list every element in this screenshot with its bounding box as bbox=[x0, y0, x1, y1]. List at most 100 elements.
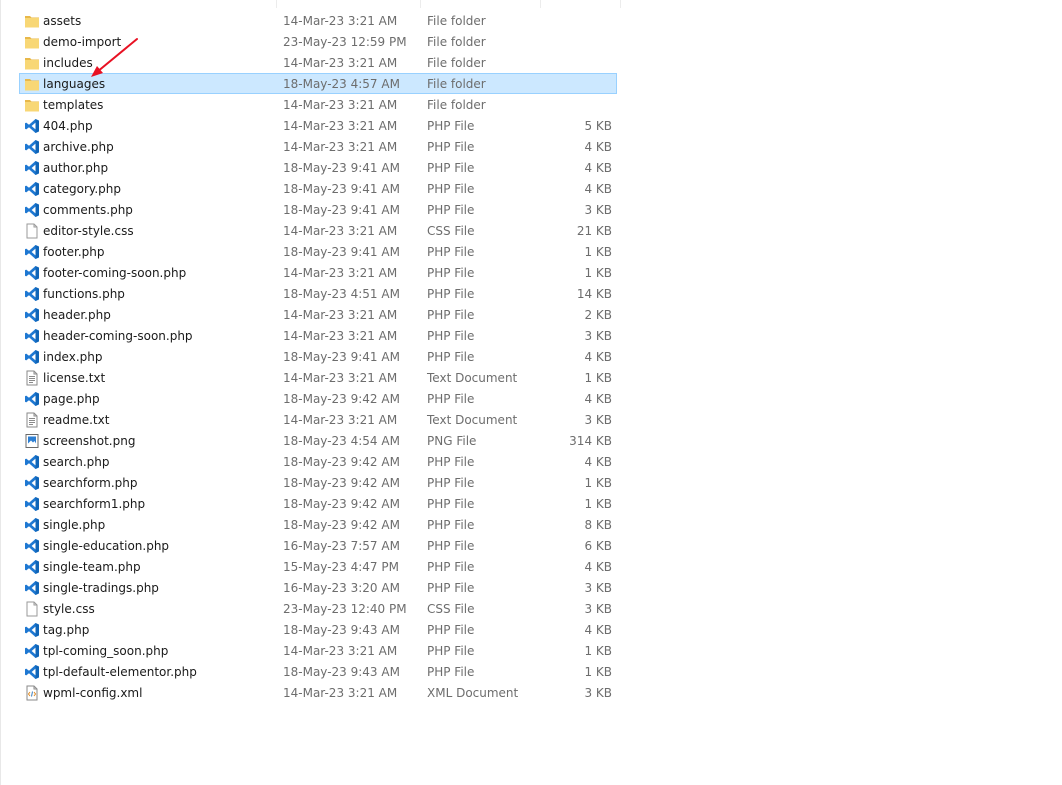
file-name: tag.php bbox=[43, 623, 90, 637]
file-row[interactable]: assets 14-Mar-23 3:21 AM File folder bbox=[19, 10, 617, 31]
file-date-modified: 18-May-23 9:41 AM bbox=[283, 350, 400, 364]
file-row[interactable]: page.php 18-May-23 9:42 AM PHP File 4 KB bbox=[19, 388, 617, 409]
file-size: 3 KB bbox=[584, 329, 612, 343]
file-name: header.php bbox=[43, 308, 111, 322]
file-type: Text Document bbox=[427, 413, 518, 427]
file-row[interactable]: single-team.php 15-May-23 4:47 PM PHP File… bbox=[19, 556, 617, 577]
file-row[interactable]: tag.php 18-May-23 9:43 AM PHP File 4 KB bbox=[19, 619, 617, 640]
column-separator[interactable] bbox=[420, 0, 421, 8]
file-row[interactable]: demo-import 23-May-23 12:59 PM File folder bbox=[19, 31, 617, 52]
file-size: 4 KB bbox=[584, 161, 612, 175]
file-row[interactable]: 404.php 14-Mar-23 3:21 AM PHP File 5 KB bbox=[19, 115, 617, 136]
vscode-icon bbox=[24, 181, 40, 197]
file-row[interactable]: archive.php 14-Mar-23 3:21 AM PHP File 4 KB bbox=[19, 136, 617, 157]
file-name: footer.php bbox=[43, 245, 105, 259]
file-date-modified: 14-Mar-23 3:21 AM bbox=[283, 308, 398, 322]
file-row[interactable]: license.txt 14-Mar-23 3:21 AM Text Documen… bbox=[19, 367, 617, 388]
file-date-modified: 23-May-23 12:59 PM bbox=[283, 35, 407, 49]
vscode-icon bbox=[24, 580, 40, 596]
file-type: XML Document bbox=[427, 686, 519, 700]
file-name: tpl-default-elementor.php bbox=[43, 665, 197, 679]
vscode-icon bbox=[24, 517, 40, 533]
text-document-icon bbox=[24, 412, 40, 428]
file-name: style.css bbox=[43, 602, 95, 616]
file-date-modified: 14-Mar-23 3:21 AM bbox=[283, 14, 398, 28]
file-row[interactable]: comments.php 18-May-23 9:41 AM PHP File 3 K… bbox=[19, 199, 617, 220]
file-size: 4 KB bbox=[584, 623, 612, 637]
file-name: footer-coming-soon.php bbox=[43, 266, 187, 280]
file-date-modified: 14-Mar-23 3:21 AM bbox=[283, 644, 398, 658]
file-type: PHP File bbox=[427, 182, 475, 196]
file-name: screenshot.png bbox=[43, 434, 136, 448]
file-row[interactable]: single-education.php 16-May-23 7:57 AM PHP… bbox=[19, 535, 617, 556]
file-date-modified: 16-May-23 7:57 AM bbox=[283, 539, 400, 553]
file-size: 3 KB bbox=[584, 686, 612, 700]
file-name: assets bbox=[43, 14, 82, 28]
file-row[interactable]: header-coming-soon.php 14-Mar-23 3:21 AM P… bbox=[19, 325, 617, 346]
file-row[interactable]: searchform.php 18-May-23 9:42 AM PHP File 1… bbox=[19, 472, 617, 493]
file-row[interactable]: footer.php 18-May-23 9:41 AM PHP File 1 KB bbox=[19, 241, 617, 262]
vscode-icon bbox=[24, 643, 40, 659]
file-date-modified: 14-Mar-23 3:21 AM bbox=[283, 413, 398, 427]
vscode-icon bbox=[24, 538, 40, 554]
file-row[interactable]: tpl-default-elementor.php 18-May-23 9:43 … bbox=[19, 661, 617, 682]
file-type: PHP File bbox=[427, 455, 475, 469]
file-type: PHP File bbox=[427, 329, 475, 343]
file-row[interactable]: templates 14-Mar-23 3:21 AM File folder bbox=[19, 94, 617, 115]
file-date-modified: 18-May-23 9:41 AM bbox=[283, 161, 400, 175]
file-type: PHP File bbox=[427, 476, 475, 490]
file-row[interactable]: editor-style.css 14-Mar-23 3:21 AM CSS Fil… bbox=[19, 220, 617, 241]
file-date-modified: 18-May-23 9:42 AM bbox=[283, 497, 400, 511]
file-type: PHP File bbox=[427, 518, 475, 532]
file-name: templates bbox=[43, 98, 104, 112]
file-size: 1 KB bbox=[584, 644, 612, 658]
file-type: PHP File bbox=[427, 665, 475, 679]
file-row[interactable]: tpl-coming_soon.php 14-Mar-23 3:21 AM PHP … bbox=[19, 640, 617, 661]
column-separator[interactable] bbox=[620, 0, 621, 8]
file-date-modified: 23-May-23 12:40 PM bbox=[283, 602, 407, 616]
file-type: CSS File bbox=[427, 602, 475, 616]
file-size: 3 KB bbox=[584, 413, 612, 427]
file-row[interactable]: languages 18-May-23 4:57 AM File folder bbox=[19, 73, 617, 94]
file-name: searchform1.php bbox=[43, 497, 146, 511]
file-type: File folder bbox=[427, 35, 486, 49]
file-date-modified: 18-May-23 9:41 AM bbox=[283, 245, 400, 259]
file-name: single.php bbox=[43, 518, 106, 532]
file-row[interactable]: search.php 18-May-23 9:42 AM PHP File 4 KB bbox=[19, 451, 617, 472]
file-list: assets 14-Mar-23 3:21 AM File folder demo-i… bbox=[19, 10, 617, 703]
file-row[interactable]: single.php 18-May-23 9:42 AM PHP File 8 KB bbox=[19, 514, 617, 535]
file-row[interactable]: header.php 14-Mar-23 3:21 AM PHP File 2 KB bbox=[19, 304, 617, 325]
folder-icon bbox=[24, 76, 40, 92]
file-row[interactable]: wpml-config.xml 14-Mar-23 3:21 AM XML Docu… bbox=[19, 682, 617, 703]
file-row[interactable]: footer-coming-soon.php 14-Mar-23 3:21 AM P… bbox=[19, 262, 617, 283]
file-name: functions.php bbox=[43, 287, 125, 301]
file-row[interactable]: category.php 18-May-23 9:41 AM PHP File 4 K… bbox=[19, 178, 617, 199]
file-row[interactable]: functions.php 18-May-23 4:51 AM PHP File 14… bbox=[19, 283, 617, 304]
file-row[interactable]: includes 14-Mar-23 3:21 AM File folder bbox=[19, 52, 617, 73]
file-date-modified: 18-May-23 4:57 AM bbox=[283, 77, 400, 91]
folder-icon bbox=[24, 55, 40, 71]
file-date-modified: 14-Mar-23 3:21 AM bbox=[283, 119, 398, 133]
file-date-modified: 18-May-23 9:41 AM bbox=[283, 203, 400, 217]
file-row[interactable]: searchform1.php 18-May-23 9:42 AM PHP File… bbox=[19, 493, 617, 514]
file-size: 5 KB bbox=[584, 119, 612, 133]
file-row[interactable]: screenshot.png 18-May-23 4:54 AM PNG File 3… bbox=[19, 430, 617, 451]
file-type: PHP File bbox=[427, 245, 475, 259]
file-date-modified: 18-May-23 9:41 AM bbox=[283, 182, 400, 196]
file-name: archive.php bbox=[43, 140, 114, 154]
file-row[interactable]: style.css 23-May-23 12:40 PM CSS File 3 KB bbox=[19, 598, 617, 619]
file-type: File folder bbox=[427, 56, 486, 70]
file-row[interactable]: single-tradings.php 16-May-23 3:20 AM PHP … bbox=[19, 577, 617, 598]
file-name: header-coming-soon.php bbox=[43, 329, 193, 343]
file-row[interactable]: index.php 18-May-23 9:41 AM PHP File 4 KB bbox=[19, 346, 617, 367]
column-separator[interactable] bbox=[540, 0, 541, 8]
file-size: 21 KB bbox=[576, 224, 612, 238]
file-row[interactable]: readme.txt 14-Mar-23 3:21 AM Text Document… bbox=[19, 409, 617, 430]
file-size: 4 KB bbox=[584, 392, 612, 406]
file-row[interactable]: author.php 18-May-23 9:41 AM PHP File 4 KB bbox=[19, 157, 617, 178]
file-size: 6 KB bbox=[584, 539, 612, 553]
file-size: 1 KB bbox=[584, 371, 612, 385]
vscode-icon bbox=[24, 160, 40, 176]
file-name: comments.php bbox=[43, 203, 133, 217]
column-separator[interactable] bbox=[276, 0, 277, 8]
